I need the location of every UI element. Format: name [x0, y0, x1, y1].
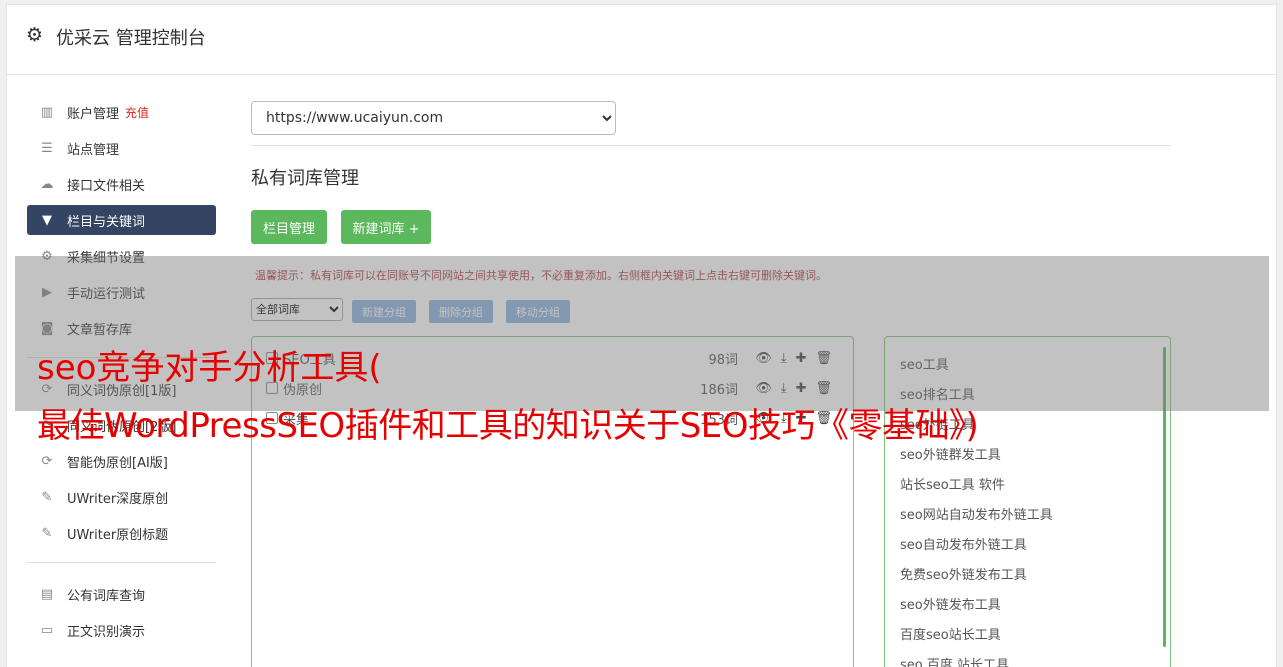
- sidebar-item-uwriter-deep[interactable]: ✎ UWriter深度原创: [27, 482, 216, 512]
- sidebar-item-label: 账户管理: [67, 106, 120, 122]
- sidebar-item-columns-keywords[interactable]: ▼ 栏目与关键词: [27, 205, 216, 235]
- bar-chart-icon: ▥: [40, 104, 54, 120]
- overlay-title-line2: 最佳WordPressSEO插件和工具的知识关于SEO技巧《零基础》): [37, 406, 979, 446]
- sidebar-divider: [27, 562, 216, 563]
- header: ⚙ 优采云 管理控制台: [7, 5, 1276, 75]
- sidebar-item-text-recognition[interactable]: ▭ 正文识别演示: [27, 615, 216, 645]
- edit-icon: ✎: [41, 525, 53, 541]
- keyword-item[interactable]: 免费seo外链发布工具: [900, 564, 1027, 583]
- sidebar-item-interface-files[interactable]: ☁ 接口文件相关: [27, 169, 216, 199]
- monitor-icon: ▭: [40, 622, 54, 638]
- divider: [251, 145, 1171, 146]
- keyword-item[interactable]: 百度seo站长工具: [900, 624, 1001, 643]
- sidebar-item-public-lib[interactable]: ▤ 公有词库查询: [27, 579, 216, 609]
- site-select[interactable]: https://www.ucaiyun.com: [251, 101, 616, 135]
- recharge-link[interactable]: 充值: [125, 104, 149, 121]
- keyword-item[interactable]: seo外链发布工具: [900, 594, 1001, 613]
- keyword-item[interactable]: seo自动发布外链工具: [900, 534, 1027, 553]
- column-manage-button[interactable]: 栏目管理: [251, 210, 327, 244]
- sidebar-item-label: 站点管理: [67, 142, 120, 158]
- cloud-upload-icon: ☁: [40, 176, 54, 192]
- keyword-item[interactable]: seo网站自动发布外链工具: [900, 504, 1053, 523]
- book-icon: ▤: [40, 586, 54, 602]
- main-content: https://www.ucaiyun.com 私有词库管理 栏目管理 新建词库…: [251, 101, 1171, 667]
- page-title: 优采云 管理控制台: [56, 28, 206, 49]
- section-title: 私有词库管理: [251, 168, 359, 189]
- sidebar-item-ai-rewrite[interactable]: ⟳ 智能伪原创[AI版]: [27, 446, 216, 476]
- sidebar-item-label: 接口文件相关: [67, 178, 146, 194]
- sidebar-item-label: 智能伪原创[AI版]: [67, 455, 168, 471]
- sync-icon: ⟳: [41, 453, 53, 469]
- keyword-item[interactable]: 站长seo工具 软件: [900, 474, 1005, 493]
- sidebar-item-account[interactable]: ▥ 账户管理 充值: [27, 97, 216, 127]
- sidebar-item-label: UWriter原创标题: [67, 527, 169, 543]
- sidebar-item-label: UWriter深度原创: [67, 491, 169, 507]
- sidebar-item-uwriter-title[interactable]: ✎ UWriter原创标题: [27, 518, 216, 548]
- sidebar-item-sites[interactable]: ☰ 站点管理: [27, 133, 216, 163]
- new-library-button[interactable]: 新建词库 +: [341, 210, 431, 244]
- server-icon: ☰: [41, 140, 53, 156]
- filter-icon: ▼: [42, 212, 52, 228]
- edit-icon: ✎: [41, 489, 53, 505]
- sidebar-item-label: 正文识别演示: [67, 624, 146, 640]
- sidebar-item-label: 公有词库查询: [67, 588, 146, 604]
- overlay-title-line1: seo竞争对手分析工具(: [37, 348, 382, 388]
- gear-icon: ⚙: [26, 24, 44, 46]
- keyword-item[interactable]: seo 百度 站长工具: [900, 654, 1009, 667]
- sidebar-item-label: 栏目与关键词: [67, 214, 146, 230]
